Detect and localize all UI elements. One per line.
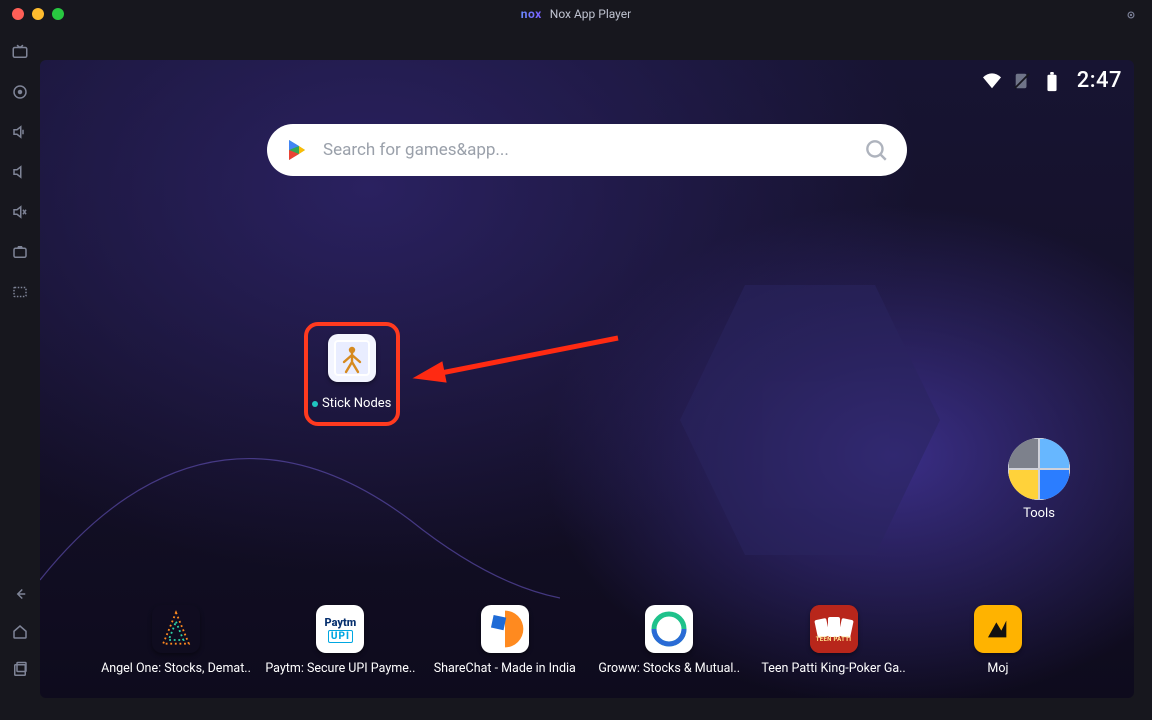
tv-icon[interactable] bbox=[10, 42, 30, 62]
wifi-icon bbox=[981, 72, 1001, 90]
app-stick-nodes-label: Stick Nodes bbox=[322, 396, 391, 411]
decor-hexagon bbox=[680, 270, 940, 570]
dock: Angel One: Stocks, Demat.. Paytm UPI Pay… bbox=[96, 605, 1078, 676]
teen-patti-icon: TEEN PATTI bbox=[810, 605, 858, 653]
no-sim-icon bbox=[1013, 72, 1033, 90]
expand-icon[interactable] bbox=[1124, 8, 1138, 25]
back-icon[interactable] bbox=[10, 584, 30, 604]
brand-logo: nox bbox=[521, 7, 542, 21]
dock-app-paytm[interactable]: Paytm UPI Paytm: Secure UPI Payme.. bbox=[260, 605, 420, 676]
screenshot-icon[interactable] bbox=[10, 242, 30, 262]
groww-icon bbox=[645, 605, 693, 653]
app-stick-nodes-label-row: Stick Nodes bbox=[312, 396, 422, 411]
window-title: Nox App Player bbox=[550, 7, 631, 21]
home-icon[interactable] bbox=[10, 622, 30, 642]
minimize-window-icon[interactable] bbox=[32, 8, 44, 20]
sharechat-icon bbox=[481, 605, 529, 653]
window: nox Nox App Player 2:47 bbox=[0, 0, 1152, 720]
dock-app-sharechat[interactable]: ShareChat - Made in India bbox=[425, 605, 585, 676]
volume-down-icon[interactable] bbox=[10, 162, 30, 182]
android-screen: 2:47 Stick Nodes bbox=[40, 60, 1134, 698]
play-store-icon bbox=[285, 138, 309, 162]
new-app-dot-icon bbox=[312, 401, 318, 407]
close-window-icon[interactable] bbox=[12, 8, 24, 20]
titlebar: nox Nox App Player bbox=[0, 0, 1152, 28]
traffic-lights bbox=[12, 8, 64, 20]
search-bar[interactable] bbox=[267, 124, 907, 176]
mute-icon[interactable] bbox=[10, 202, 30, 222]
status-time: 2:47 bbox=[1077, 68, 1122, 93]
dock-app-groww[interactable]: Groww: Stocks & Mutual.. bbox=[589, 605, 749, 676]
annotation-arrow bbox=[408, 334, 628, 384]
folder-tools-icon bbox=[1008, 438, 1070, 500]
search-icon[interactable] bbox=[863, 137, 889, 163]
search-input[interactable] bbox=[323, 140, 849, 160]
dock-app-angel-one[interactable]: Angel One: Stocks, Demat.. bbox=[96, 605, 256, 676]
keyboard-mapping-icon[interactable] bbox=[10, 282, 30, 302]
recents-icon[interactable] bbox=[10, 660, 30, 680]
dock-label: Teen Patti King-Poker Ga.. bbox=[754, 661, 914, 676]
dock-label: Angel One: Stocks, Demat.. bbox=[96, 661, 256, 676]
dock-label: ShareChat - Made in India bbox=[425, 661, 585, 676]
app-stick-nodes[interactable] bbox=[328, 334, 376, 382]
left-toolbar bbox=[0, 28, 40, 720]
battery-icon bbox=[1045, 72, 1065, 90]
dock-app-teen-patti[interactable]: TEEN PATTI Teen Patti King-Poker Ga.. bbox=[754, 605, 914, 676]
title-center: nox Nox App Player bbox=[0, 0, 1152, 28]
location-icon[interactable] bbox=[10, 82, 30, 102]
dock-app-moj[interactable]: Moj bbox=[918, 605, 1078, 676]
status-bar: 2:47 bbox=[981, 68, 1122, 93]
dock-label: Paytm: Secure UPI Payme.. bbox=[260, 661, 420, 676]
folder-tools[interactable]: Tools bbox=[1004, 438, 1074, 521]
angel-one-icon bbox=[152, 605, 200, 653]
dock-label: Groww: Stocks & Mutual.. bbox=[589, 661, 749, 676]
volume-up-icon[interactable] bbox=[10, 122, 30, 142]
moj-icon bbox=[974, 605, 1022, 653]
paytm-icon: Paytm UPI bbox=[316, 605, 364, 653]
folder-tools-label: Tools bbox=[1004, 506, 1074, 521]
zoom-window-icon[interactable] bbox=[52, 8, 64, 20]
left-toolbar-bottom bbox=[10, 584, 30, 720]
dock-label: Moj bbox=[918, 661, 1078, 676]
